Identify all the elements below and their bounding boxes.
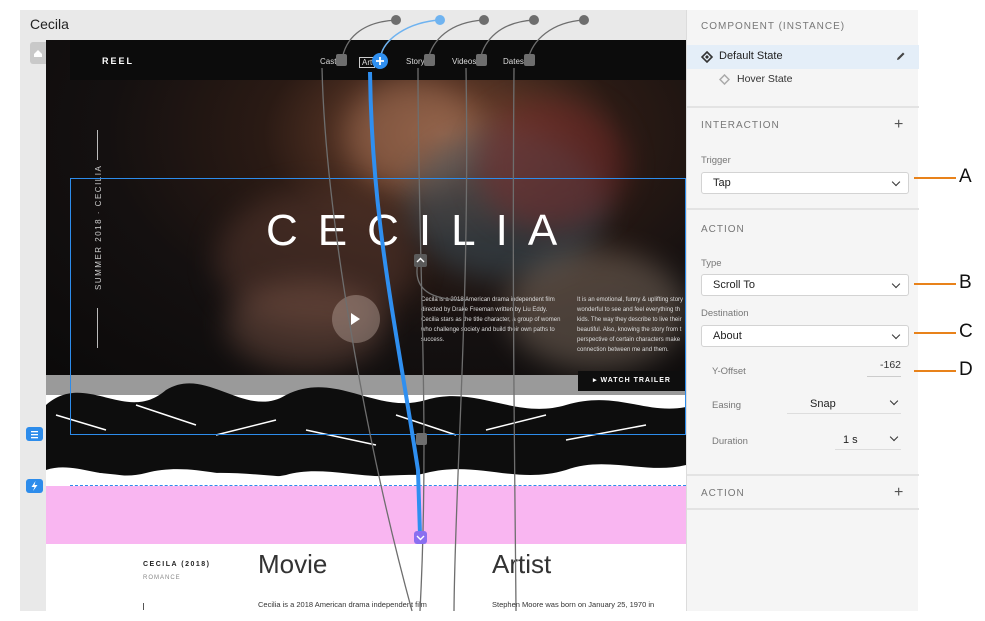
chevron-down-icon bbox=[891, 177, 901, 187]
chevron-down-icon bbox=[889, 432, 899, 442]
easing-value: Snap bbox=[810, 398, 836, 410]
type-label: Type bbox=[701, 258, 722, 269]
artist-text: Stephen Moore was born on January 25, 19… bbox=[492, 600, 655, 609]
duration-value: 1 s bbox=[843, 434, 858, 446]
movie-heading: Movie bbox=[258, 549, 328, 579]
nav-story[interactable]: Story bbox=[406, 57, 425, 66]
easing-dropdown[interactable]: Snap bbox=[787, 394, 901, 414]
destination-label: Destination bbox=[701, 308, 749, 319]
selection-guide bbox=[70, 434, 686, 486]
artist-heading: Artist bbox=[492, 549, 552, 579]
plus-icon[interactable]: + bbox=[894, 116, 903, 134]
interaction-header: INTERACTION bbox=[701, 120, 780, 131]
callout-line-c bbox=[914, 332, 956, 334]
movie-genre: ROMANCE bbox=[143, 575, 181, 581]
yoffset-label: Y-Offset bbox=[712, 366, 746, 377]
duration-label: Duration bbox=[712, 436, 748, 447]
divider bbox=[97, 130, 98, 160]
state-hover-label: Hover State bbox=[737, 73, 793, 85]
divider bbox=[143, 603, 144, 610]
chevron-down-icon bbox=[891, 330, 901, 340]
chevron-down-icon bbox=[889, 396, 899, 406]
selection-box[interactable] bbox=[70, 178, 686, 435]
movie-text: Cecilia is a 2018 American drama indepen… bbox=[258, 600, 427, 609]
destination-value: About bbox=[713, 330, 742, 342]
nav-cast[interactable]: Cast bbox=[320, 57, 336, 66]
pencil-icon[interactable] bbox=[895, 51, 906, 62]
easing-label: Easing bbox=[712, 400, 742, 411]
nav-art[interactable]: Art bbox=[359, 57, 376, 68]
type-value: Scroll To bbox=[713, 279, 755, 291]
component-header: COMPONENT (INSTANCE) bbox=[701, 21, 846, 32]
state-default-label: Default State bbox=[719, 50, 783, 62]
component-diamond-icon bbox=[701, 51, 713, 63]
properties-panel: COMPONENT (INSTANCE) Default State Hover… bbox=[686, 10, 919, 611]
state-hover[interactable]: Hover State bbox=[687, 69, 919, 91]
site-header bbox=[70, 40, 686, 80]
chevron-down-icon bbox=[891, 279, 901, 289]
hotspot-area[interactable] bbox=[46, 486, 686, 544]
plus-icon[interactable]: + bbox=[894, 484, 903, 502]
site-brand[interactable]: REEL bbox=[102, 56, 134, 66]
state-default[interactable]: Default State bbox=[687, 45, 919, 69]
callout-b: B bbox=[959, 272, 972, 293]
trigger-dropdown[interactable]: Tap bbox=[701, 172, 909, 194]
nav-videos[interactable]: Videos bbox=[452, 57, 476, 66]
action-header-2: ACTION bbox=[701, 488, 745, 499]
callout-d: D bbox=[959, 359, 973, 380]
artboard-title[interactable]: Cecila bbox=[30, 16, 69, 32]
callout-c: C bbox=[959, 321, 973, 342]
yoffset-input[interactable]: -162 bbox=[867, 359, 901, 377]
lines-icon[interactable] bbox=[26, 427, 43, 441]
duration-dropdown[interactable]: 1 s bbox=[835, 430, 901, 450]
callout-line-d bbox=[914, 370, 956, 372]
type-dropdown[interactable]: Scroll To bbox=[701, 274, 909, 296]
trigger-label: Trigger bbox=[701, 155, 731, 166]
home-icon[interactable] bbox=[30, 42, 46, 64]
callout-a: A bbox=[959, 166, 972, 187]
divider bbox=[687, 106, 919, 108]
callout-line-b bbox=[914, 283, 956, 285]
divider bbox=[687, 508, 919, 510]
divider bbox=[687, 208, 919, 210]
trigger-value: Tap bbox=[713, 177, 731, 189]
component-diamond-icon bbox=[719, 74, 730, 85]
nav-dates[interactable]: Dates bbox=[503, 57, 524, 66]
divider bbox=[687, 474, 919, 476]
lightning-icon[interactable] bbox=[26, 479, 43, 493]
movie-label: CECILA (2018) bbox=[143, 561, 211, 568]
action-header: ACTION bbox=[701, 224, 745, 235]
callout-line-a bbox=[914, 177, 956, 179]
destination-dropdown[interactable]: About bbox=[701, 325, 909, 347]
